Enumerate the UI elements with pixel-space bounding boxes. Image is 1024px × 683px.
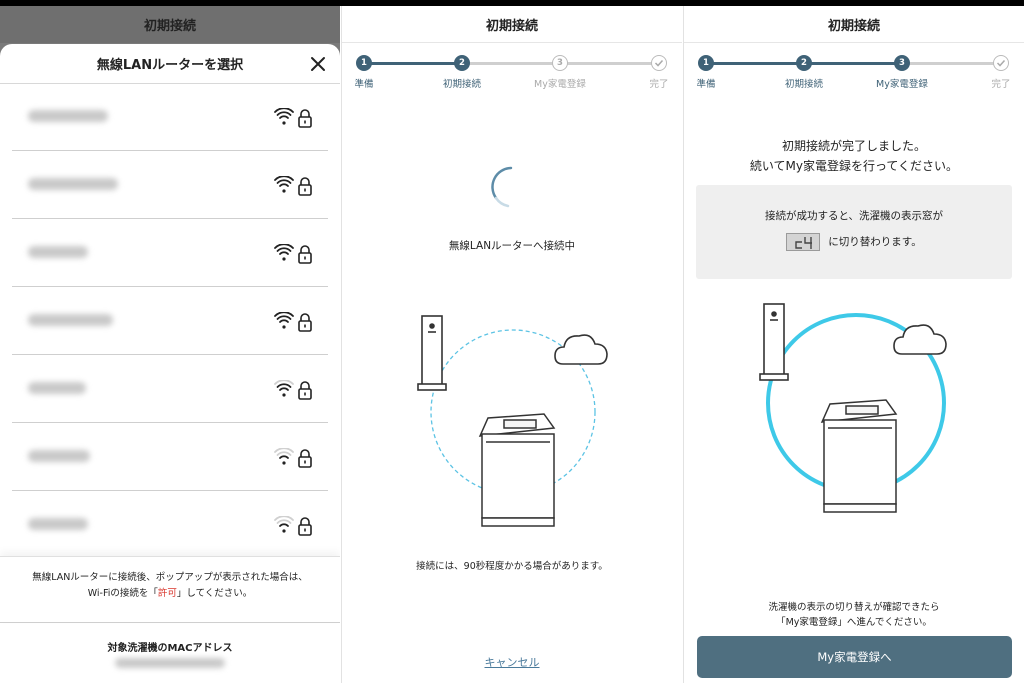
footer-line-1: 洗濯機の表示の切り替えが確認できたら: [768, 602, 940, 613]
network-name: [28, 450, 90, 462]
network-name: [28, 518, 88, 530]
network-illustration: [417, 315, 608, 527]
step-2-indicator: 2: [796, 55, 812, 71]
step-connector: [462, 62, 560, 65]
wifi-signal-icon: [274, 380, 312, 400]
wifi-signal-icon: [274, 176, 312, 196]
step-3-indicator: 3: [894, 55, 910, 71]
network-row[interactable]: [12, 288, 328, 355]
mac-address-label: 対象洗濯機のMACアドレス: [107, 643, 233, 654]
step-label: 完了: [991, 79, 1011, 90]
info-line-1: 接続が成功すると、洗濯機の表示窓が: [764, 210, 944, 222]
note-text: Wi-Fiの接続を「: [87, 588, 158, 599]
completion-message: 初期接続が完了しました。 続いてMy家電登録を行ってください。: [684, 136, 1024, 176]
step-label: 準備: [354, 79, 374, 90]
network-row[interactable]: [12, 220, 328, 287]
note-line-2: Wi-Fiの接続を「許可」してください。: [0, 586, 340, 602]
network-row[interactable]: [12, 424, 328, 491]
confirm-note: 洗濯機の表示の切り替えが確認できたら 「My家電登録」へ進んでください。: [684, 600, 1024, 630]
step-connector: [364, 62, 462, 65]
cancel-link[interactable]: キャンセル: [485, 656, 540, 669]
wifi-signal-icon: [274, 108, 312, 128]
network-illustration: [759, 303, 947, 513]
network-row[interactable]: [12, 356, 328, 423]
network-name: [28, 314, 113, 326]
network-row[interactable]: [12, 152, 328, 219]
wifi-signal-icon: [274, 516, 312, 536]
network-row[interactable]: [12, 492, 328, 559]
connecting-screen: 初期接続 1 準備 2 初期接続 3 My家電登録 完了 無線LANルーターへ接続中 接続に…: [341, 6, 682, 683]
check-icon: [651, 55, 667, 71]
step-connector: [706, 62, 804, 65]
mac-address-value: [115, 658, 225, 668]
step-connector: [804, 62, 902, 65]
lock-icon: [298, 245, 312, 264]
lock-icon: [298, 517, 312, 536]
network-name: [28, 246, 88, 258]
lcd-display: [786, 233, 821, 251]
lcd-c4-icon: [795, 237, 813, 249]
router-icon: [417, 315, 447, 391]
washing-machine-icon: [820, 399, 898, 513]
my-appliance-register-button[interactable]: My家電登録へ: [697, 636, 1012, 678]
network-row[interactable]: [12, 84, 328, 151]
wait-note: 接続には、90秒程度かかる場合があります。: [416, 561, 608, 572]
router-select-screen: 初期接続 無線LANルーターを選択 無線LANルーターに接続後、ポップアップが表…: [0, 6, 340, 683]
connection-complete-screen: 初期接続 1 準備 2 初期接続 3 My家電登録 完了 初期接続が完了しました。 続いてM…: [683, 6, 1024, 683]
allow-highlight: 許可: [157, 588, 177, 599]
network-name: [28, 110, 108, 122]
step-1-indicator: 1: [356, 55, 372, 71]
step-label: 完了: [649, 79, 669, 90]
step-label: 準備: [696, 79, 716, 90]
page-title: 初期接続: [0, 6, 340, 43]
network-name: [28, 382, 86, 394]
lock-icon: [298, 449, 312, 468]
step-label: My家電登録: [534, 79, 586, 90]
lock-icon: [298, 381, 312, 400]
router-select-sheet: 無線LANルーターを選択 無線LANルーターに接続後、ポップアップが表示された場…: [0, 44, 340, 683]
step-label: 初期接続: [785, 79, 824, 90]
loading-spinner-icon: [491, 166, 513, 208]
step-connector: [560, 62, 659, 65]
step-label: 初期接続: [443, 79, 482, 90]
mac-address-area: 対象洗濯機のMACアドレス: [0, 622, 340, 683]
note-line-1: 無線LANルーターに接続後、ポップアップが表示された場合は、: [32, 572, 308, 583]
connecting-status: 無線LANルーターへ接続中: [448, 240, 576, 252]
note-text-end: 」してください。: [176, 588, 253, 599]
message-line-2: 続いてMy家電登録を行ってください。: [749, 159, 959, 173]
close-icon[interactable]: [306, 52, 330, 76]
progress-stepper: 1 準備 2 初期接続 3 My家電登録 完了: [342, 43, 682, 90]
router-icon: [759, 303, 789, 381]
network-name: [28, 178, 118, 190]
connection-note: 無線LANルーターに接続後、ポップアップが表示された場合は、 Wi-Fiの接続を…: [0, 556, 340, 622]
check-icon: [993, 55, 1009, 71]
progress-stepper: 1 準備 2 初期接続 3 My家電登録 完了: [684, 43, 1024, 90]
info-line-2-text: に切り替わります。: [828, 236, 922, 248]
step-connector: [902, 62, 1001, 65]
display-info-box: 接続が成功すると、洗濯機の表示窓が に切り替わります。: [696, 185, 1012, 279]
wifi-signal-icon: [274, 244, 312, 264]
cloud-icon: [554, 334, 608, 365]
page-title: 初期接続: [684, 6, 1024, 43]
step-2-indicator: 2: [454, 55, 470, 71]
wifi-signal-icon: [274, 448, 312, 468]
step-3-indicator: 3: [552, 55, 568, 71]
wifi-signal-icon: [274, 312, 312, 332]
footer-line-2: 「My家電登録」へ進んでください。: [776, 617, 932, 628]
step-label: My家電登録: [876, 79, 928, 90]
message-line-1: 初期接続が完了しました。: [781, 139, 926, 153]
page-title: 初期接続: [342, 6, 682, 43]
lock-icon: [298, 313, 312, 332]
info-line-2: に切り替わります。: [696, 233, 1012, 251]
step-1-indicator: 1: [698, 55, 714, 71]
lock-icon: [298, 177, 312, 196]
lock-icon: [298, 109, 312, 128]
washing-machine-icon: [478, 413, 556, 527]
sheet-title: 無線LANルーターを選択: [0, 44, 340, 84]
